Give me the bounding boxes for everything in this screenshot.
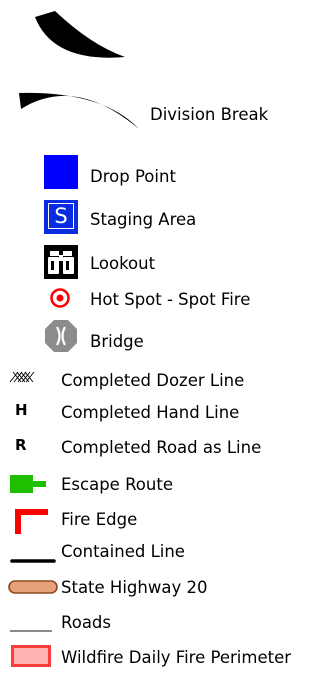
legend-label-lookout: Lookout (90, 254, 156, 273)
legend-label-dozer-line: Completed Dozer Line (61, 371, 245, 390)
legend-label-contained-line: Contained Line (61, 542, 185, 561)
fire-perimeter-icon (11, 645, 51, 667)
legend-label-escape-route: Escape Route (61, 475, 173, 494)
staging-area-symbol-letter: S (48, 203, 74, 229)
legend-label-fire-edge: Fire Edge (61, 510, 138, 529)
escape-route-icon (10, 474, 46, 494)
legend-label-staging-area: Staging Area (90, 210, 197, 229)
legend-label-drop-point: Drop Point (90, 167, 176, 186)
bridge-icon (44, 319, 78, 353)
binoculars-icon (44, 245, 78, 279)
legend-label-state-highway: State Highway 20 (61, 578, 208, 597)
legend-label-roads: Roads (61, 613, 111, 632)
hot-spot-icon (49, 287, 71, 309)
dozer-line-icon (8, 368, 38, 386)
state-highway-icon (8, 579, 58, 595)
roads-icon (10, 618, 52, 632)
division-break-icon (15, 5, 155, 135)
legend-label-division-break: Division Break (150, 105, 269, 124)
legend-label-hot-spot: Hot Spot - Spot Fire (90, 290, 251, 309)
map-legend: Division Break Drop Point S Staging Area… (0, 0, 327, 677)
legend-label-road-line: Completed Road as Line (61, 438, 262, 457)
legend-label-hand-line: Completed Hand Line (61, 403, 240, 422)
legend-label-bridge: Bridge (90, 332, 144, 351)
road-line-symbol: R (15, 436, 27, 454)
legend-label-fire-perimeter: Wildfire Daily Fire Perimeter (61, 648, 292, 667)
hand-line-symbol: H (15, 401, 28, 419)
contained-line-icon (10, 549, 56, 563)
drop-point-icon (44, 155, 78, 189)
fire-edge-icon (13, 506, 49, 536)
staging-area-icon: S (44, 200, 78, 234)
